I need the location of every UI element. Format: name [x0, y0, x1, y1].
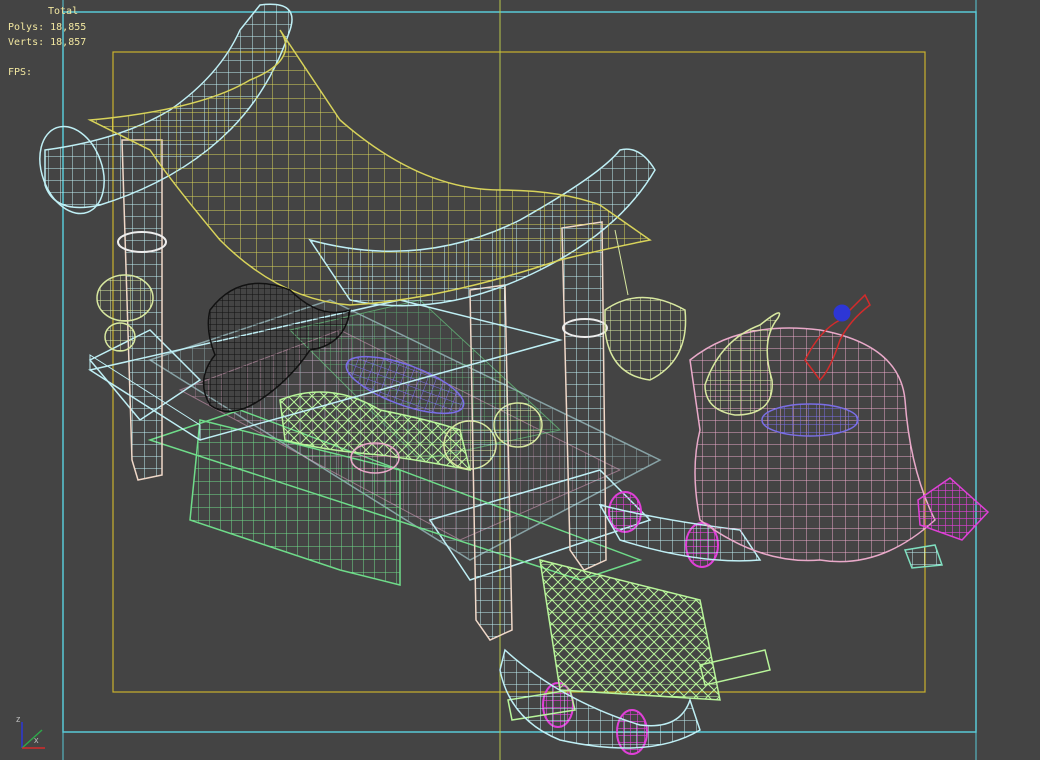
center-pillar[interactable]	[469, 284, 513, 641]
viewport-perspective[interactable]: z x Total Polys: 18,855 Verts: 18,857 FP…	[0, 0, 1040, 760]
hanging-basket[interactable]	[604, 229, 687, 381]
wireframe-scene[interactable]: z x	[0, 0, 1040, 760]
right-pillar[interactable]	[561, 221, 608, 571]
stats-fps: FPS:	[8, 66, 33, 78]
stats-header: Total	[48, 6, 79, 17]
stats-verts: Verts: 18,857	[8, 37, 87, 48]
green-gourd[interactable]	[704, 312, 781, 416]
axis-label-x: x	[34, 735, 39, 745]
axis-label-z: z	[16, 714, 21, 724]
axis-gizmo: z x	[16, 714, 45, 749]
stats-polys: Polys: 18,855	[8, 21, 87, 33]
viewport-statistics: Total Polys: 18,855 Verts: 18,857 FPS:	[8, 4, 86, 80]
pink-pebble[interactable]	[350, 442, 400, 474]
